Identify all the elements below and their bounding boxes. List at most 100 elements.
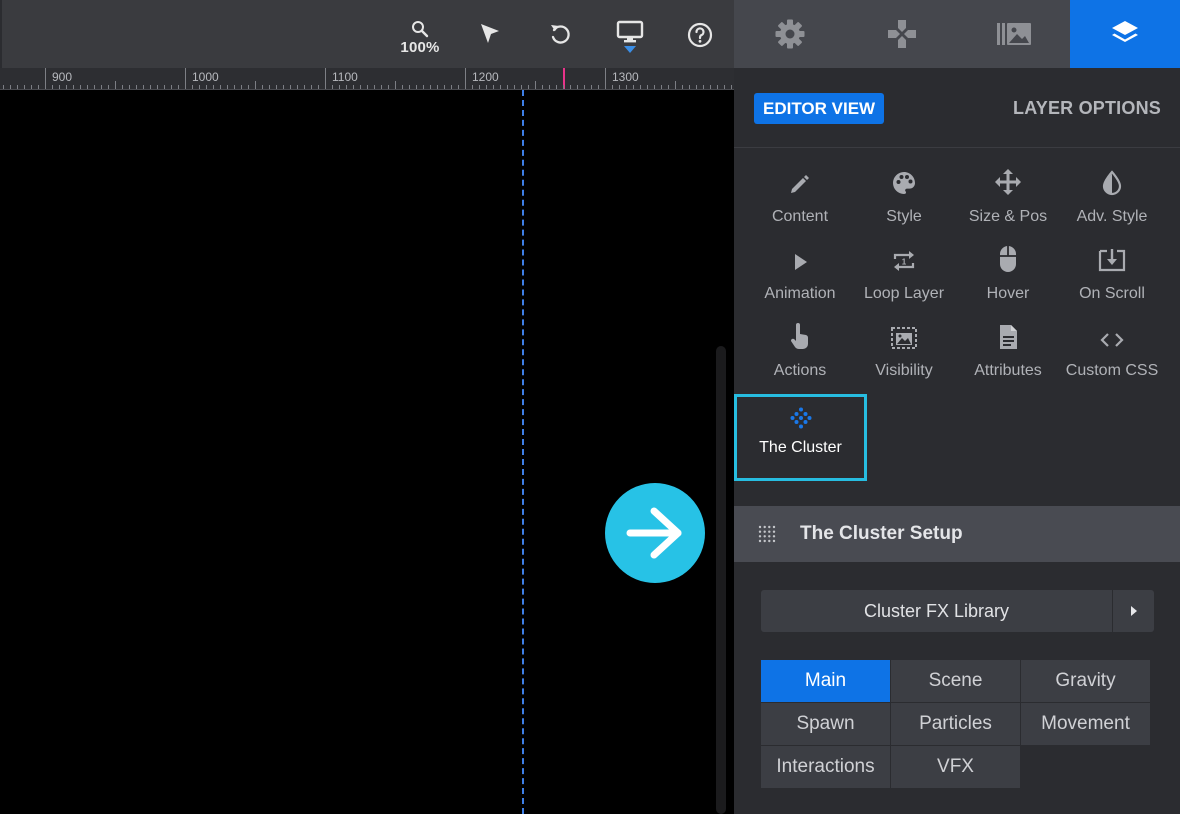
ruler-tick — [10, 85, 11, 89]
option-on-scroll[interactable]: On Scroll — [1060, 245, 1164, 315]
next-slide-arrow[interactable] — [605, 483, 705, 583]
subtab-main[interactable]: Main — [761, 660, 890, 702]
ruler-tick — [514, 85, 515, 89]
undo-icon — [551, 25, 570, 44]
ruler-tick — [31, 85, 32, 89]
loop-icon: 1 — [893, 251, 915, 271]
ruler-tick — [717, 85, 718, 89]
ruler-tick — [570, 85, 571, 89]
ruler-tick — [122, 85, 123, 89]
gamepad-icon — [888, 20, 916, 48]
subtab-interactions[interactable]: Interactions — [761, 746, 890, 788]
zoom-button[interactable]: 100% — [398, 20, 442, 64]
play-icon — [795, 254, 807, 270]
slide-canvas[interactable] — [0, 90, 734, 814]
device-desktop-button[interactable] — [608, 20, 652, 64]
cluster-setup-header[interactable]: The Cluster Setup — [734, 506, 1180, 562]
ruler-tick — [297, 85, 298, 89]
option-hover[interactable]: Hover — [956, 245, 1060, 315]
option-adv-style[interactable]: Adv. Style — [1060, 168, 1164, 238]
ruler-label: 900 — [52, 70, 73, 84]
zoom-level: 100% — [400, 39, 440, 56]
ruler-tick — [80, 85, 81, 89]
option-label: Visibility — [875, 362, 933, 379]
option-loop-layer[interactable]: 1 Loop Layer — [852, 245, 956, 315]
horizontal-ruler: 900 1000 1100 1200 1300 — [0, 68, 734, 90]
tab-media-library[interactable] — [958, 0, 1070, 68]
library-expand-button[interactable] — [1112, 590, 1154, 632]
ruler-tick — [388, 85, 389, 89]
subtab-gravity[interactable]: Gravity — [1021, 660, 1150, 702]
contrast-icon — [1102, 170, 1122, 196]
tab-navigation[interactable] — [846, 0, 958, 68]
subtab-spawn[interactable]: Spawn — [761, 703, 890, 745]
option-label: Animation — [764, 285, 836, 302]
ruler-tick — [304, 85, 305, 89]
ruler-tick — [528, 85, 529, 89]
help-button[interactable] — [678, 22, 722, 66]
cluster-icon — [790, 407, 811, 429]
editor-view-button[interactable]: EDITOR VIEW — [754, 93, 885, 124]
palette-icon — [893, 172, 916, 194]
arrow-right-icon — [626, 507, 682, 559]
ruler-tick — [374, 85, 375, 89]
cluster-fx-library-button[interactable]: Cluster FX Library — [761, 590, 1154, 632]
ruler-tick — [87, 85, 88, 89]
ruler-tick — [129, 85, 130, 89]
undo-button[interactable] — [538, 22, 582, 66]
layer-options-label[interactable]: LAYER OPTIONS — [1013, 98, 1161, 119]
dot-grid-icon — [758, 525, 776, 543]
ruler-tick — [269, 85, 270, 89]
ruler-tick — [409, 85, 410, 89]
ruler-tick — [66, 85, 67, 89]
help-icon — [687, 22, 713, 48]
ruler-tick — [556, 85, 557, 89]
option-content[interactable]: Content — [748, 168, 852, 238]
ruler-tick — [612, 85, 613, 89]
ruler-tick — [682, 85, 683, 89]
subtab-vfx[interactable]: VFX — [891, 746, 1020, 788]
option-style[interactable]: Style — [852, 168, 956, 238]
ruler-tick — [675, 81, 676, 89]
ruler-tick — [262, 85, 263, 89]
option-animation[interactable]: Animation — [748, 245, 852, 315]
media-library-icon — [997, 23, 1031, 45]
move-icon — [995, 169, 1021, 195]
ruler-tick — [710, 85, 711, 89]
ruler-tick — [437, 85, 438, 89]
subtab-particles[interactable]: Particles — [891, 703, 1020, 745]
ruler-tick — [255, 81, 256, 89]
option-actions[interactable]: Actions — [748, 322, 852, 392]
option-label: Content — [771, 208, 829, 225]
option-label: Actions — [773, 362, 827, 379]
ruler-tick — [395, 81, 396, 89]
svg-text:1: 1 — [902, 258, 907, 267]
ruler-label: 1200 — [472, 70, 499, 84]
select-tool-button[interactable] — [468, 22, 512, 66]
option-label: The Cluster — [759, 439, 842, 456]
option-visibility[interactable]: Visibility — [852, 322, 956, 392]
canvas-scrollbar[interactable] — [716, 346, 726, 814]
option-attributes[interactable]: Attributes — [956, 322, 1060, 392]
ruler-tick — [668, 85, 669, 89]
option-size-pos[interactable]: Size & Pos — [956, 168, 1060, 238]
subtab-scene[interactable]: Scene — [891, 660, 1020, 702]
ruler-tick — [703, 85, 704, 89]
mouse-icon — [1000, 246, 1016, 272]
ruler-tick — [598, 85, 599, 89]
ruler-tick — [353, 85, 354, 89]
option-label: Attributes — [974, 362, 1042, 379]
ruler-tick — [115, 81, 116, 89]
subtab-movement[interactable]: Movement — [1021, 703, 1150, 745]
tab-settings[interactable] — [734, 0, 846, 68]
ruler-tick — [465, 68, 466, 89]
option-custom-css[interactable]: Custom CSS — [1060, 322, 1164, 392]
ruler-tick — [143, 85, 144, 89]
ruler-tick — [535, 81, 536, 89]
ruler-tick — [346, 85, 347, 89]
tab-layers[interactable] — [1070, 0, 1180, 68]
ruler-tick — [318, 85, 319, 89]
ruler-label: 1000 — [192, 70, 219, 84]
ruler-tick — [311, 85, 312, 89]
option-the-cluster[interactable]: The Cluster — [734, 394, 867, 481]
